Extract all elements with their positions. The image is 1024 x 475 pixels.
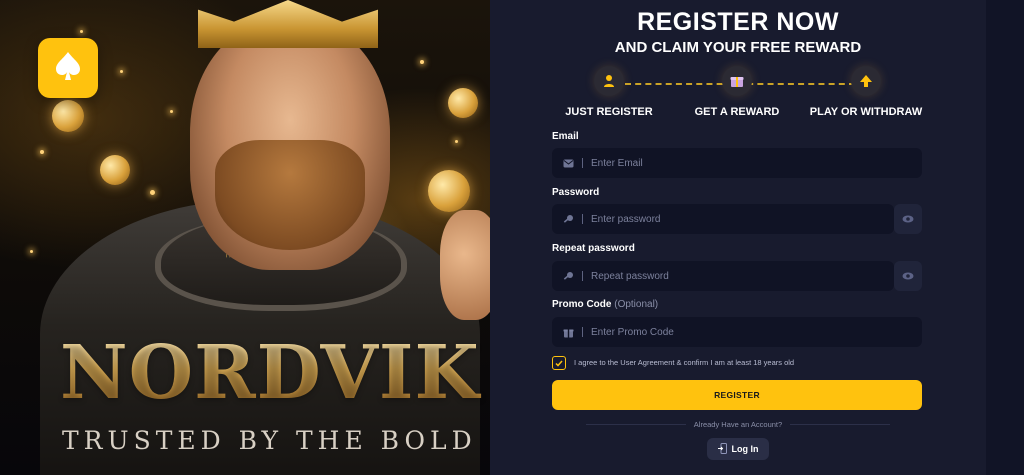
- repeat-password-field[interactable]: [552, 261, 894, 291]
- divider-line: [790, 424, 890, 425]
- gold-coin: [428, 170, 470, 212]
- eye-icon: [902, 210, 914, 228]
- promo-code-input[interactable]: [591, 326, 922, 338]
- field-separator: [582, 271, 583, 281]
- mail-icon: [562, 157, 574, 169]
- login-icon: [717, 442, 727, 456]
- field-separator: [582, 158, 583, 168]
- step-play-withdraw: PLAY OR WITHDRAW: [801, 66, 931, 118]
- field-separator: [582, 327, 583, 337]
- register-button[interactable]: REGISTER: [552, 380, 922, 410]
- agreement-checkbox[interactable]: [552, 356, 566, 370]
- repeat-password-input[interactable]: [591, 270, 894, 282]
- optional-note: (Optional): [614, 299, 659, 310]
- login-label: Log In: [731, 444, 759, 454]
- eye-icon: [902, 267, 914, 285]
- login-button[interactable]: Log In: [707, 438, 769, 460]
- sparkle: [80, 30, 83, 33]
- user-badge-icon: [594, 66, 624, 96]
- agreement-text: I agree to the User Agreement & confirm …: [574, 358, 795, 367]
- sparkle: [455, 140, 458, 143]
- promo-banner: ᚺᚨᛞᛖᚾ ᛟ NORDVIK TRUSTED BY THE BOLD: [0, 0, 490, 475]
- step-label: PLAY OR WITHDRAW: [809, 106, 923, 118]
- key-icon: [562, 213, 574, 225]
- email-field[interactable]: [552, 148, 922, 178]
- page-edge: [986, 0, 1024, 475]
- password-label: Password: [552, 187, 600, 198]
- sparkle: [170, 110, 173, 113]
- brand-tagline: TRUSTED BY THE BOLD: [62, 426, 477, 455]
- arrow-up-icon: [851, 66, 881, 96]
- email-label: Email: [552, 131, 579, 142]
- brand-logo[interactable]: [38, 38, 98, 98]
- sparkle: [30, 250, 33, 253]
- gold-coin: [448, 88, 478, 118]
- form-heading: REGISTER NOW: [637, 8, 839, 36]
- key-icon: [562, 270, 574, 282]
- promo-code-field[interactable]: [552, 317, 922, 347]
- already-have-account-text: Already Have an Account?: [693, 420, 783, 429]
- form-subheading: AND CLAIM YOUR FREE REWARD: [614, 39, 862, 56]
- gift-icon: [722, 66, 752, 96]
- brand-title: NORDVIK: [60, 330, 490, 416]
- email-input[interactable]: [591, 157, 922, 169]
- spade-logo-icon: [53, 50, 83, 87]
- repeat-password-label: Repeat password: [552, 243, 635, 254]
- promo-code-label-text: Promo Code: [552, 299, 612, 310]
- gold-crown: [198, 0, 378, 48]
- show-repeat-password-button[interactable]: [894, 261, 922, 291]
- show-password-button[interactable]: [894, 204, 922, 234]
- sparkle: [150, 190, 155, 195]
- gift-icon: [562, 326, 574, 338]
- gold-coin: [100, 155, 130, 185]
- step-label: GET A REWARD: [694, 106, 780, 118]
- step-get-reward: GET A REWARD: [672, 66, 802, 118]
- field-separator: [582, 214, 583, 224]
- warrior-beard: [215, 140, 365, 250]
- password-field[interactable]: [552, 204, 894, 234]
- register-panel: REGISTER NOW AND CLAIM YOUR FREE REWARD …: [490, 0, 986, 475]
- sparkle: [40, 150, 44, 154]
- warrior-hand: [440, 210, 490, 320]
- checkmark-icon: [555, 354, 563, 372]
- promo-code-label: Promo Code (Optional): [552, 299, 658, 310]
- password-input[interactable]: [591, 213, 894, 225]
- sparkle: [420, 60, 424, 64]
- gold-coin: [52, 100, 84, 132]
- sparkle: [120, 70, 123, 73]
- step-just-register: JUST REGISTER: [544, 66, 674, 118]
- step-label: JUST REGISTER: [565, 106, 653, 118]
